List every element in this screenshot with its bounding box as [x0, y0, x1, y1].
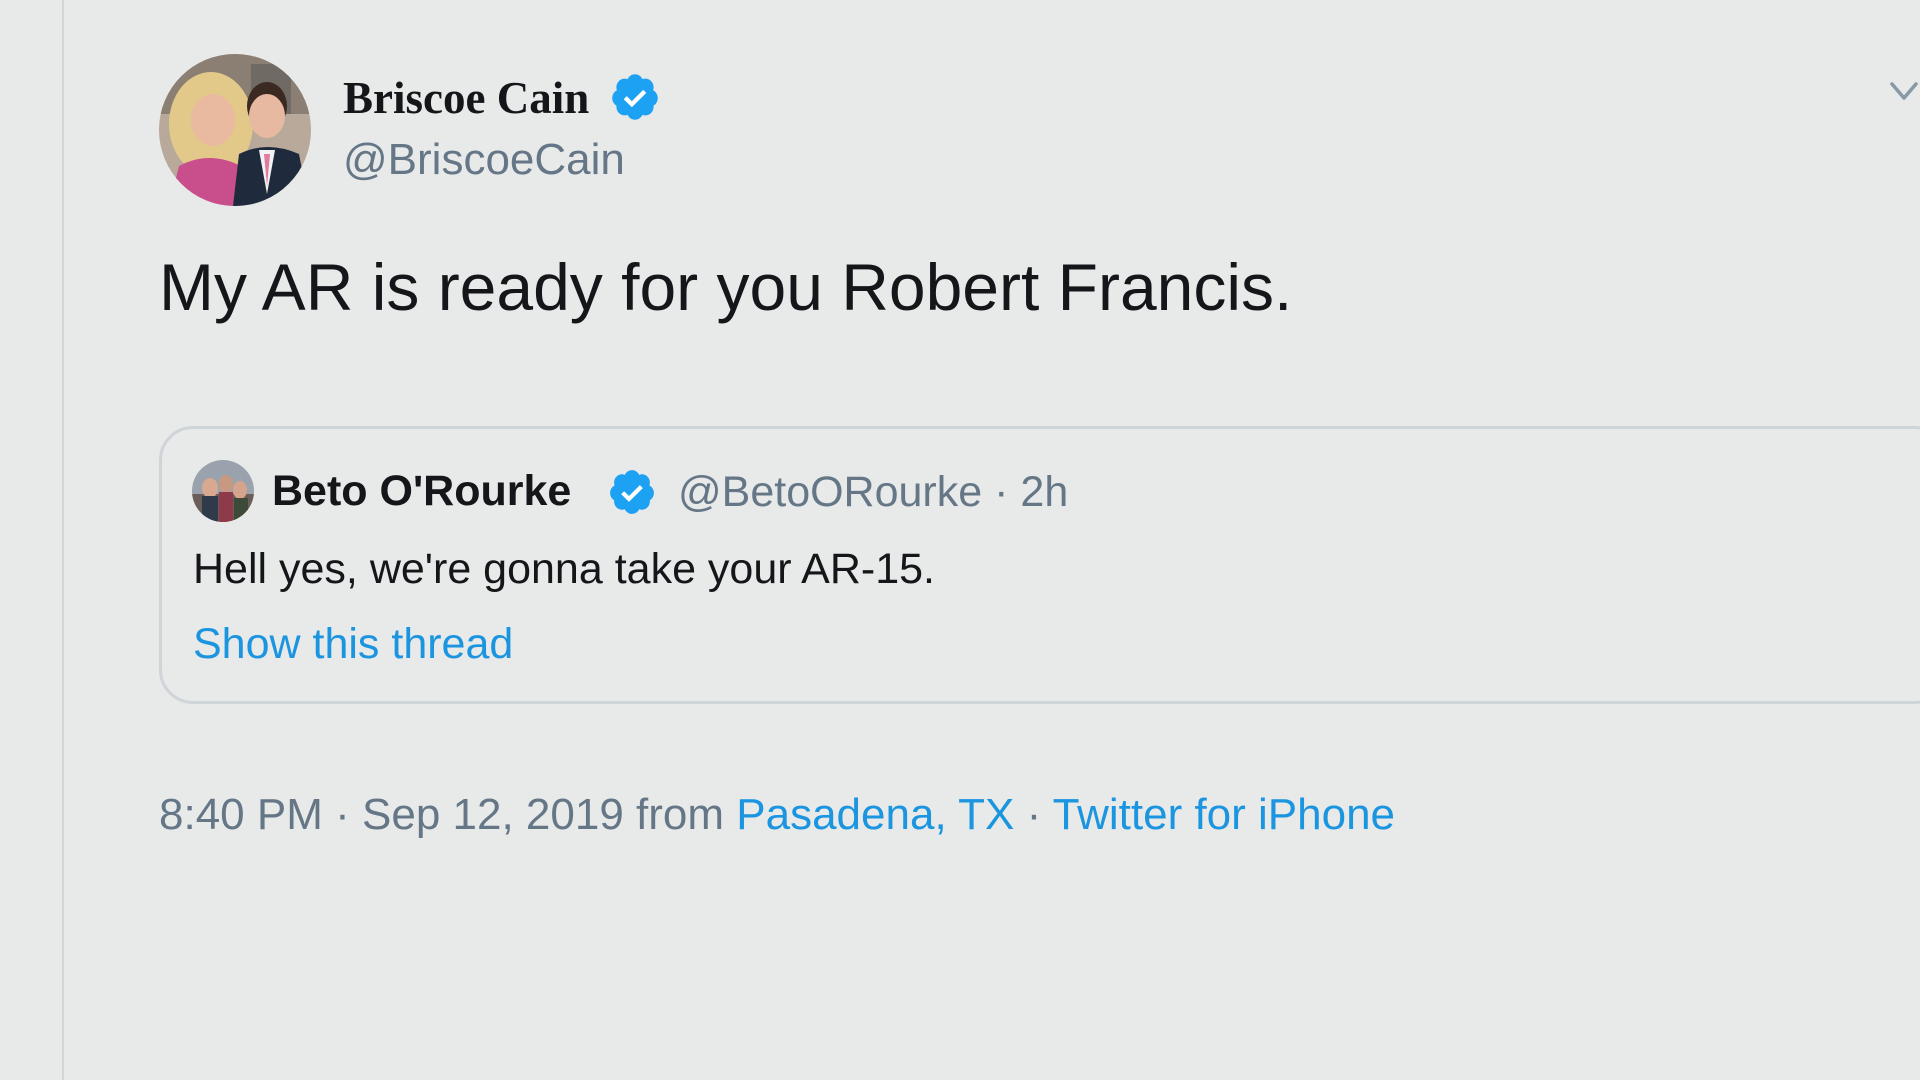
author-avatar-photo [159, 54, 311, 206]
author-avatar[interactable] [159, 54, 311, 206]
meta-separator: · [1026, 790, 1042, 839]
quoted-author-name[interactable]: Beto O'Rourke [272, 465, 571, 517]
quoted-tweet-meta: @BetoORourke · 2h [678, 466, 1068, 518]
author-handle[interactable]: @BriscoeCain [343, 134, 625, 186]
chevron-down-icon[interactable] [1888, 80, 1920, 104]
show-thread-link[interactable]: Show this thread [193, 618, 513, 670]
meta-separator: · [994, 468, 1009, 516]
author-name[interactable]: Briscoe Cain [343, 70, 589, 126]
tweet-time[interactable]: 8:40 PM [159, 790, 323, 839]
verified-badge-icon [610, 470, 654, 514]
from-label: from [636, 790, 725, 839]
tweet-text: My AR is ready for you Robert Francis. [159, 250, 1293, 324]
tweet-metadata: 8:40 PM · Sep 12, 2019 from Pasadena, TX… [159, 788, 1395, 842]
quoted-tweet-time[interactable]: 2h [1020, 468, 1068, 516]
quoted-author-avatar-photo [192, 460, 254, 522]
quoted-author-handle[interactable]: @BetoORourke [678, 468, 982, 516]
meta-separator: · [335, 790, 350, 839]
tweet-date[interactable]: Sep 12, 2019 [362, 790, 624, 839]
tweet-source-link[interactable]: Twitter for iPhone [1053, 790, 1395, 839]
quoted-tweet-text: Hell yes, we're gonna take your AR-15. [193, 545, 935, 593]
tweet-view: Briscoe Cain @BriscoeCain My AR is ready… [0, 0, 1920, 1080]
verified-badge-icon [612, 74, 658, 120]
quoted-author-avatar[interactable] [192, 460, 254, 522]
timeline-border [62, 0, 64, 1080]
tweet-location-link[interactable]: Pasadena, TX [736, 790, 1014, 839]
